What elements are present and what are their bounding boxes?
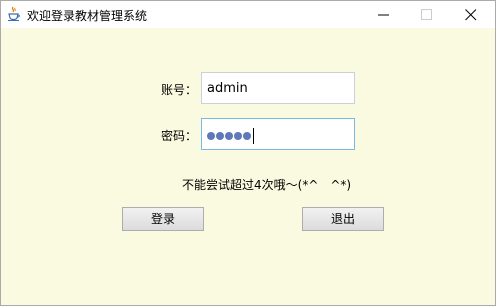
java-cup-icon xyxy=(6,6,22,22)
password-label: 密码： xyxy=(161,129,198,143)
login-form: 账号： admin 密码： 不能尝试超过4次哦～(*^ ^*) 登录 退出 xyxy=(1,28,495,305)
login-window: 欢迎登录教材管理系统 账号： admin 密码： 不能尝试超过4次哦～(*^ ^… xyxy=(0,0,496,306)
password-input[interactable] xyxy=(201,118,355,150)
account-input[interactable]: admin xyxy=(201,72,355,104)
password-dot xyxy=(225,132,233,140)
attempt-hint: 不能尝试超过4次哦～(*^ ^*) xyxy=(182,178,352,192)
login-button[interactable]: 登录 xyxy=(122,207,204,231)
exit-button[interactable]: 退出 xyxy=(302,207,384,231)
maximize-icon xyxy=(421,9,432,20)
text-caret xyxy=(253,128,254,144)
password-dot xyxy=(216,132,224,140)
password-mask xyxy=(207,128,254,144)
close-icon xyxy=(465,9,477,21)
password-dot xyxy=(207,132,215,140)
window-title: 欢迎登录教材管理系统 xyxy=(27,9,148,23)
title-bar: 欢迎登录教材管理系统 xyxy=(1,1,495,28)
minimize-icon xyxy=(378,14,389,16)
password-dot xyxy=(243,132,251,140)
maximize-button[interactable] xyxy=(407,1,447,28)
close-button[interactable] xyxy=(451,1,491,28)
account-value: admin xyxy=(207,81,248,96)
password-dot xyxy=(234,132,242,140)
minimize-button[interactable] xyxy=(364,1,404,28)
account-label: 账号： xyxy=(161,83,198,97)
